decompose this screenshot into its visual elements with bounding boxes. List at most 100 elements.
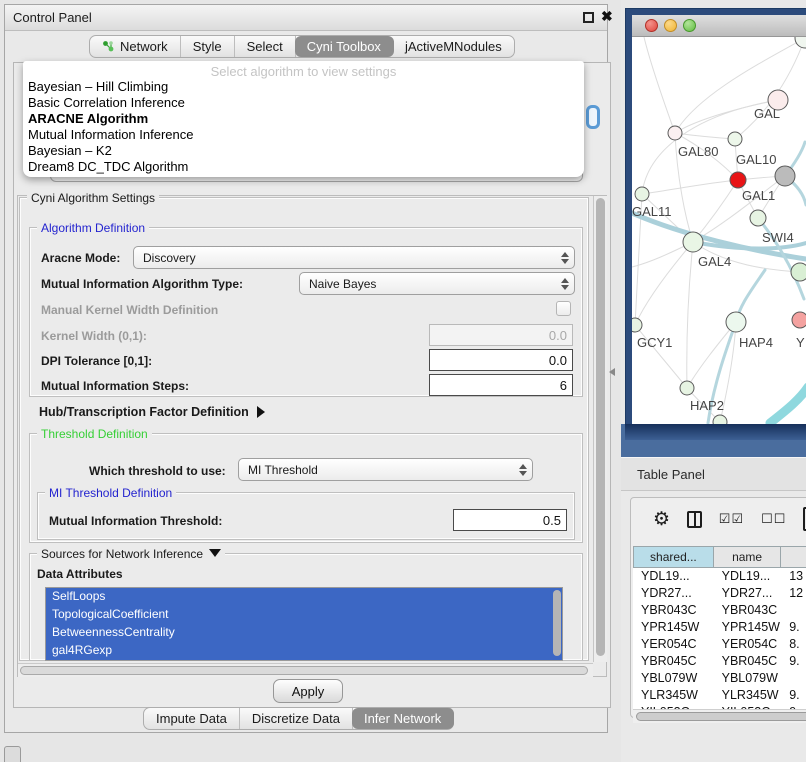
table-horizontal-scrollbar[interactable] [633,709,806,723]
network-node[interactable] [632,318,642,332]
table-cell: YBL079W [633,670,714,687]
algorithm-dropdown: Select algorithm to view settings Bayesi… [23,61,584,177]
network-edge [687,242,693,388]
gear-icon[interactable]: ⚙ [653,508,670,531]
aracne-mode-label: Aracne Mode: [41,251,120,265]
network-node[interactable] [775,166,795,186]
column-header-shared-name[interactable]: shared... [633,546,714,568]
table-row[interactable]: YLR345WYLR345W9. [633,687,806,704]
mi-steps-value: 6 [560,378,567,393]
float-window-icon[interactable] [583,12,594,23]
mi-threshold-field[interactable]: 0.5 [453,509,567,531]
aracne-mode-select[interactable]: Discovery [133,246,575,269]
split-divider-handle[interactable] [609,368,615,376]
network-node[interactable] [792,312,806,328]
network-icon [102,40,115,53]
data-attributes-list[interactable]: SelfLoopsTopologicalCoefficientBetweenne… [45,587,563,661]
close-traffic-icon[interactable] [645,19,658,32]
settings-vertical-scrollbar[interactable] [593,196,607,662]
algorithm-option[interactable]: Bayesian – Hill Climbing [23,79,584,95]
network-node[interactable] [791,263,806,281]
corner-button[interactable] [4,746,21,762]
tab-network[interactable]: Network [90,36,181,57]
node-label: Y [796,335,805,350]
algorithm-menu-list: Bayesian – Hill ClimbingBasic Correlatio… [23,79,584,175]
tab-label: Discretize Data [252,711,340,726]
algorithm-option[interactable]: Basic Correlation Inference [23,95,584,111]
network-edge [675,38,805,133]
node-label: GAL4 [698,254,731,269]
spinner-arrows-icon [556,252,574,264]
table-row[interactable]: YBR043CYBR043C [633,602,806,619]
algorithm-option[interactable]: Dream8 DC_TDC Algorithm [23,159,584,175]
columns-icon[interactable] [687,511,702,528]
tab-style[interactable]: Style [181,36,235,57]
network-window[interactable]: GALGAL80GAL10GAL1GAL11SWI4GAL4GCY1HAP4YH… [625,8,806,440]
network-node[interactable] [683,232,703,252]
table-cell: YDR27... [633,585,714,602]
tab-infer-network[interactable]: Infer Network [352,708,454,729]
attribute-list-item[interactable]: SelfLoops [46,588,562,606]
apply-button[interactable]: Apply [273,679,343,703]
mi-steps-field[interactable]: 6 [429,374,573,396]
apply-button-label: Apply [292,684,325,699]
close-icon[interactable]: ✖ [601,8,613,25]
table-row[interactable]: YPR145WYPR145W9. [633,619,806,636]
table-row[interactable]: YDR27...YDR27...12 [633,585,806,602]
network-node[interactable] [680,381,694,395]
table-row[interactable]: YER054CYER054C8. [633,636,806,653]
network-node[interactable] [730,172,746,188]
zoom-traffic-icon[interactable] [683,19,696,32]
table-row[interactable]: YBL079WYBL079W [633,670,806,687]
table-panel-bar: Table Panel [621,457,806,491]
network-canvas[interactable]: GALGAL80GAL10GAL1GAL11SWI4GAL4GCY1HAP4YH… [632,37,806,424]
algorithm-option[interactable]: Bayesian – K2 [23,143,584,159]
table-row[interactable]: YBR045CYBR045C9. [633,653,806,670]
network-node[interactable] [668,126,682,140]
network-node[interactable] [726,312,746,332]
network-node[interactable] [713,415,727,424]
kernel-width-value: 0.0 [549,328,567,343]
attribute-list-item[interactable]: TopologicalCoefficient [46,606,562,624]
network-node[interactable] [750,210,766,226]
spinner-arrows-icon [514,464,532,476]
attributes-scrollbar[interactable] [551,588,562,660]
table-panel: ⚙ ☑☑ ☐☐ shared... name YDL19...YDL19...1… [621,491,806,762]
dpi-tolerance-field[interactable]: 0.0 [429,349,573,371]
algorithm-option[interactable]: ARACNE Algorithm [23,111,584,127]
network-node[interactable] [728,132,742,146]
column-header-name[interactable]: name [714,546,782,568]
select-all-checkboxes-icon[interactable]: ☑☑ [719,511,744,527]
network-node[interactable] [795,37,806,48]
settings-horizontal-scrollbar[interactable] [18,663,593,677]
table-cell: YBR045C [633,653,714,670]
minimize-traffic-icon[interactable] [664,19,677,32]
attribute-list-item[interactable]: BetweennessCentrality [46,624,562,642]
table-cell: 9. [781,687,806,704]
network-window-bottom-border [625,424,806,440]
manual-kernel-checkbox[interactable] [556,301,571,316]
network-edge-weighted [770,387,806,423]
tab-select[interactable]: Select [235,36,296,57]
node-label: GAL80 [678,144,718,159]
tab-cyni-toolbox[interactable]: Cyni Toolbox [295,36,394,57]
hub-definition-expander[interactable]: Hub/Transcription Factor Definition [39,405,265,419]
which-threshold-label: Which threshold to use: [89,464,226,478]
tab-impute-data[interactable]: Impute Data [144,708,240,729]
network-window-titlebar[interactable] [632,15,806,37]
table-row[interactable]: YDL19...YDL19...13 [633,568,806,585]
which-threshold-select[interactable]: MI Threshold [238,458,533,481]
network-edge [644,37,675,133]
tab-jactivemnodules[interactable]: jActiveMNodules [393,36,514,57]
deselect-all-checkboxes-icon[interactable]: ☐☐ [761,511,786,527]
hub-definition-label: Hub/Transcription Factor Definition [39,405,249,419]
mi-type-select[interactable]: Naive Bayes [299,272,575,295]
algorithm-option[interactable]: Mutual Information Inference [23,127,584,143]
attribute-list-item[interactable]: gal4RGexp [46,642,562,660]
mi-threshold-label: Mutual Information Threshold: [49,514,222,528]
column-header-partial[interactable] [781,546,806,568]
tab-discretize-data[interactable]: Discretize Data [240,708,353,729]
sources-legend[interactable]: Sources for Network Inference [37,547,225,561]
network-node[interactable] [635,187,649,201]
node-label: GAL1 [742,188,775,203]
